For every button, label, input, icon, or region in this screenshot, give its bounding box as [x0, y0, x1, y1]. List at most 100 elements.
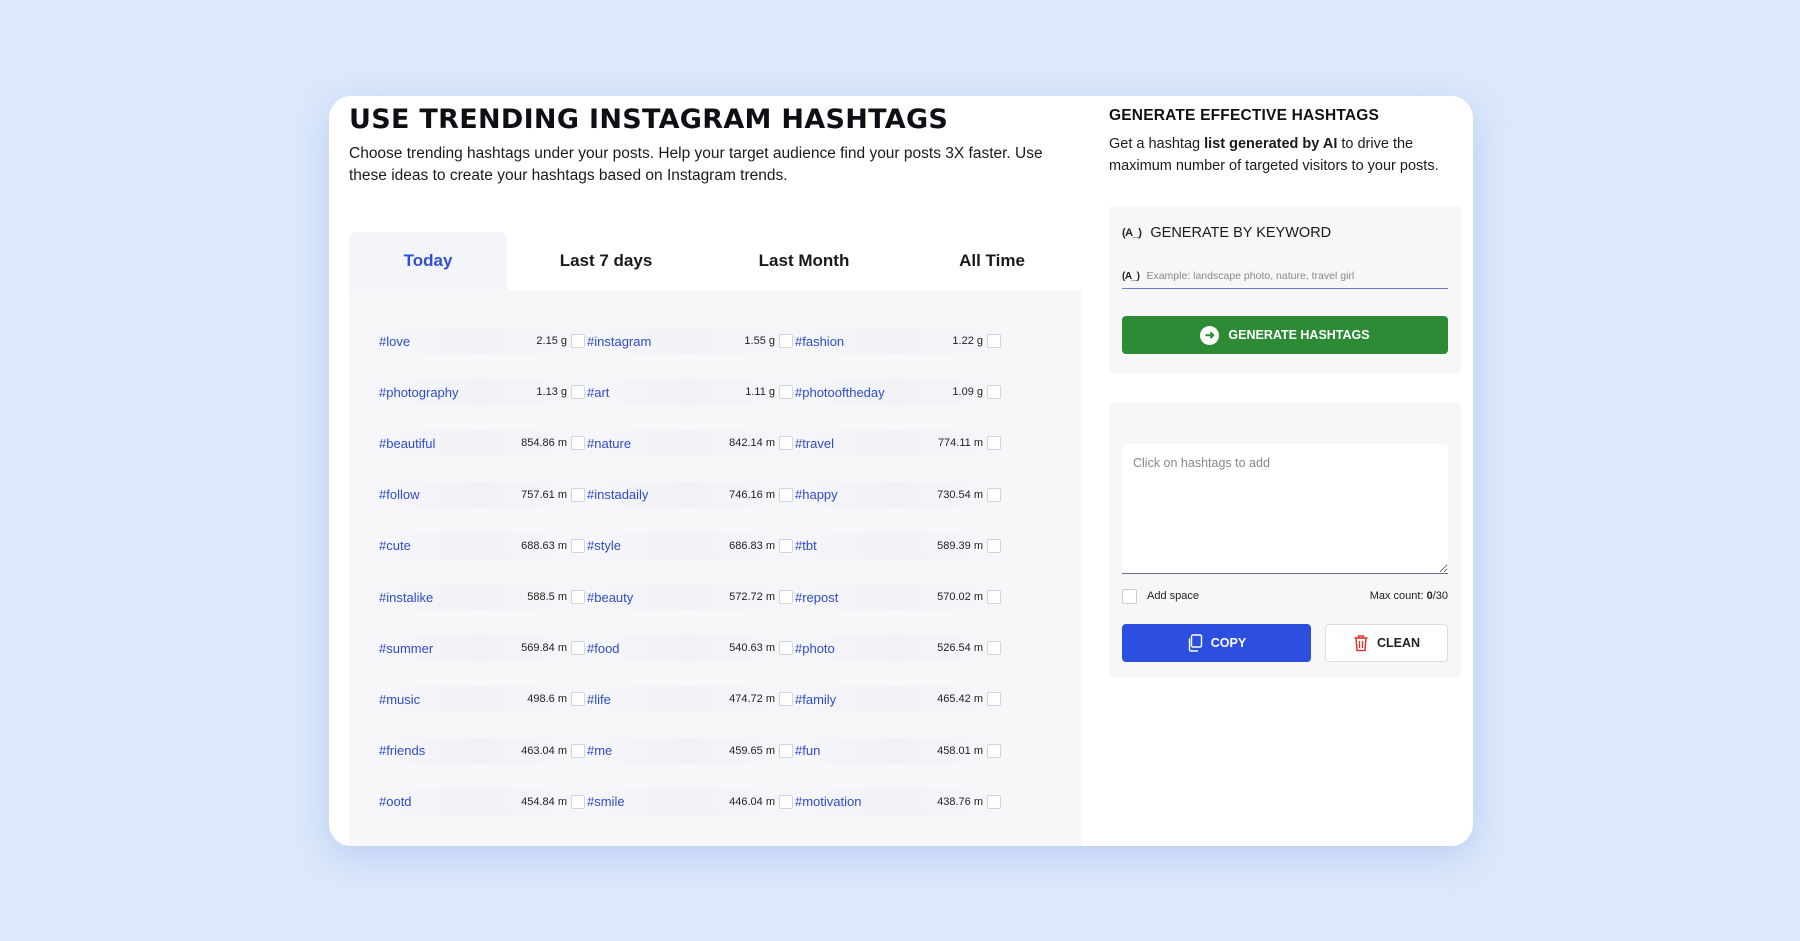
- hashtag-checkbox[interactable]: [987, 334, 1001, 348]
- hashtag-name[interactable]: #nature: [587, 436, 631, 451]
- hashtag-name[interactable]: #cute: [379, 538, 411, 553]
- hashtag-item[interactable]: #art 1.11 g: [577, 379, 795, 406]
- hashtag-item[interactable]: #photography 1.13 g: [369, 379, 587, 406]
- hashtag-name[interactable]: #family: [795, 692, 836, 707]
- hashtag-checkbox[interactable]: [987, 538, 1001, 553]
- options-row: Add space Max count: 0/30: [1122, 588, 1448, 604]
- hashtag-name[interactable]: #beautiful: [379, 436, 435, 451]
- hashtag-item[interactable]: #instadaily 746.16 m: [577, 481, 795, 508]
- hashtag-item[interactable]: #tbt 589.39 m: [785, 532, 1003, 559]
- generate-hashtags-button[interactable]: ➜ GENERATE HASHTAGS: [1122, 316, 1448, 354]
- generate-button-label: GENERATE HASHTAGS: [1228, 328, 1370, 342]
- keyword-label: GENERATE BY KEYWORD: [1150, 225, 1332, 241]
- hashtag-item[interactable]: #fun 458.01 m: [785, 737, 1003, 764]
- hashtag-name[interactable]: #motivation: [795, 794, 861, 809]
- hashtag-name[interactable]: #repost: [795, 590, 838, 605]
- keyword-input[interactable]: [1144, 269, 1429, 283]
- hashtag-name[interactable]: #ootd: [379, 794, 412, 809]
- page-title: USE TRENDING INSTAGRAM HASHTAGS: [349, 104, 949, 135]
- hashtag-name[interactable]: #beauty: [587, 590, 633, 605]
- hashtag-checkbox[interactable]: [987, 794, 1001, 809]
- hashtag-name[interactable]: #style: [587, 538, 621, 553]
- hashtag-name[interactable]: #love: [379, 334, 410, 349]
- hashtag-name[interactable]: #music: [379, 692, 420, 707]
- hashtag-item[interactable]: #nature 842.14 m: [577, 430, 795, 457]
- hashtag-item[interactable]: #photooftheday 1.09 g: [785, 379, 1003, 406]
- hashtag-item[interactable]: #happy 730.54 m: [785, 481, 1003, 508]
- hashtag-item[interactable]: #friends 463.04 m: [369, 737, 587, 764]
- hashtag-count: 730.54 m: [937, 488, 983, 501]
- add-space-checkbox[interactable]: [1122, 588, 1137, 604]
- hashtag-checkbox[interactable]: [987, 641, 1001, 656]
- hashtag-item[interactable]: #music 498.6 m: [369, 686, 587, 713]
- hashtag-name[interactable]: #summer: [379, 641, 433, 656]
- hashtag-item[interactable]: #beauty 572.72 m: [577, 584, 795, 610]
- hashtag-item[interactable]: #beautiful 854.86 m: [369, 430, 587, 457]
- hashtag-name[interactable]: #happy: [795, 487, 838, 502]
- hashtag-item[interactable]: #smile 446.04 m: [577, 788, 795, 815]
- hashtag-checkbox[interactable]: [987, 590, 1001, 604]
- hashtag-name[interactable]: #smile: [587, 794, 625, 809]
- hashtag-name[interactable]: #photo: [795, 641, 835, 656]
- tab-today[interactable]: Today: [349, 232, 507, 290]
- hashtag-name[interactable]: #follow: [379, 487, 419, 502]
- hashtag-item[interactable]: #follow 757.61 m: [369, 481, 587, 508]
- hashtag-item[interactable]: #ootd 454.84 m: [369, 788, 587, 815]
- hashtag-name[interactable]: #travel: [795, 436, 834, 451]
- keyword-field: (A_): [1122, 264, 1448, 289]
- hashtag-item[interactable]: #instalike 588.5 m: [369, 584, 587, 610]
- hashtag-item[interactable]: #cute 688.63 m: [369, 532, 587, 559]
- hashtag-checkbox[interactable]: [987, 743, 1001, 758]
- hashtag-item[interactable]: #photo 526.54 m: [785, 635, 1003, 662]
- tab-last-7-days[interactable]: Last 7 days: [507, 232, 705, 290]
- clean-button-label: CLEAN: [1376, 636, 1421, 650]
- hashtag-item[interactable]: #style 686.83 m: [577, 532, 795, 559]
- hashtag-checkbox[interactable]: [987, 385, 1001, 400]
- hashtag-output-textarea[interactable]: [1122, 444, 1448, 574]
- hashtag-count: 1.09 g: [952, 386, 983, 399]
- hashtag-item[interactable]: #summer 569.84 m: [369, 635, 587, 662]
- hashtag-count: 746.16 m: [729, 488, 775, 501]
- hashtag-item[interactable]: #food 540.63 m: [577, 635, 795, 662]
- hashtag-count: 465.42 m: [937, 693, 983, 706]
- hashtag-checkbox[interactable]: [987, 487, 1001, 502]
- max-count-limit: /30: [1432, 590, 1448, 602]
- hashtag-item[interactable]: #fashion 1.22 g: [785, 328, 1003, 354]
- hashtag-count: 526.54 m: [937, 642, 983, 655]
- hashtag-item[interactable]: #repost 570.02 m: [785, 584, 1003, 610]
- hashtag-name[interactable]: #photography: [379, 385, 459, 400]
- hashtag-count: 1.55 g: [744, 335, 775, 347]
- hashtag-name[interactable]: #food: [587, 641, 620, 656]
- trending-section: USE TRENDING INSTAGRAM HASHTAGS Choose t…: [349, 96, 1081, 846]
- tab-last-month[interactable]: Last Month: [705, 232, 903, 290]
- max-count-label: Max count:: [1369, 590, 1424, 602]
- hashtag-name[interactable]: #instalike: [379, 590, 433, 605]
- copy-button[interactable]: COPY: [1122, 624, 1311, 662]
- hashtag-item[interactable]: #motivation 438.76 m: [785, 788, 1003, 815]
- hashtag-item[interactable]: #life 474.72 m: [577, 686, 795, 713]
- hashtag-name[interactable]: #me: [587, 743, 612, 758]
- hashtag-row: #instalike 588.5 m #beauty 572.72 m #repost 5…: [349, 584, 1081, 610]
- hashtag-name[interactable]: #fun: [795, 743, 820, 758]
- hashtag-name[interactable]: #instadaily: [587, 487, 648, 502]
- hashtag-checkbox[interactable]: [987, 436, 1001, 451]
- hashtag-name[interactable]: #fashion: [795, 334, 844, 349]
- hashtag-item[interactable]: #travel 774.11 m: [785, 430, 1003, 457]
- hashtag-name[interactable]: #photooftheday: [795, 385, 885, 400]
- hashtag-name[interactable]: #life: [587, 692, 611, 707]
- tab-all-time[interactable]: All Time: [903, 232, 1081, 290]
- hashtag-item[interactable]: #me 459.65 m: [577, 737, 795, 764]
- hashtag-item[interactable]: #instagram 1.55 g: [577, 328, 795, 354]
- hashtag-name[interactable]: #tbt: [795, 538, 817, 553]
- hashtag-item[interactable]: #love 2.15 g: [369, 328, 587, 354]
- hashtag-name[interactable]: #art: [587, 385, 609, 400]
- hashtag-count: 1.11 g: [745, 386, 775, 399]
- hashtag-row: #ootd 454.84 m #smile 446.04 m #motivation 43…: [349, 788, 1081, 815]
- clean-button[interactable]: CLEAN: [1325, 624, 1448, 662]
- hashtag-checkbox[interactable]: [987, 692, 1001, 707]
- hashtag-count: 474.72 m: [729, 693, 775, 706]
- hashtag-name[interactable]: #instagram: [587, 334, 651, 349]
- add-space-label: Add space: [1147, 590, 1199, 602]
- hashtag-item[interactable]: #family 465.42 m: [785, 686, 1003, 713]
- hashtag-name[interactable]: #friends: [379, 743, 425, 758]
